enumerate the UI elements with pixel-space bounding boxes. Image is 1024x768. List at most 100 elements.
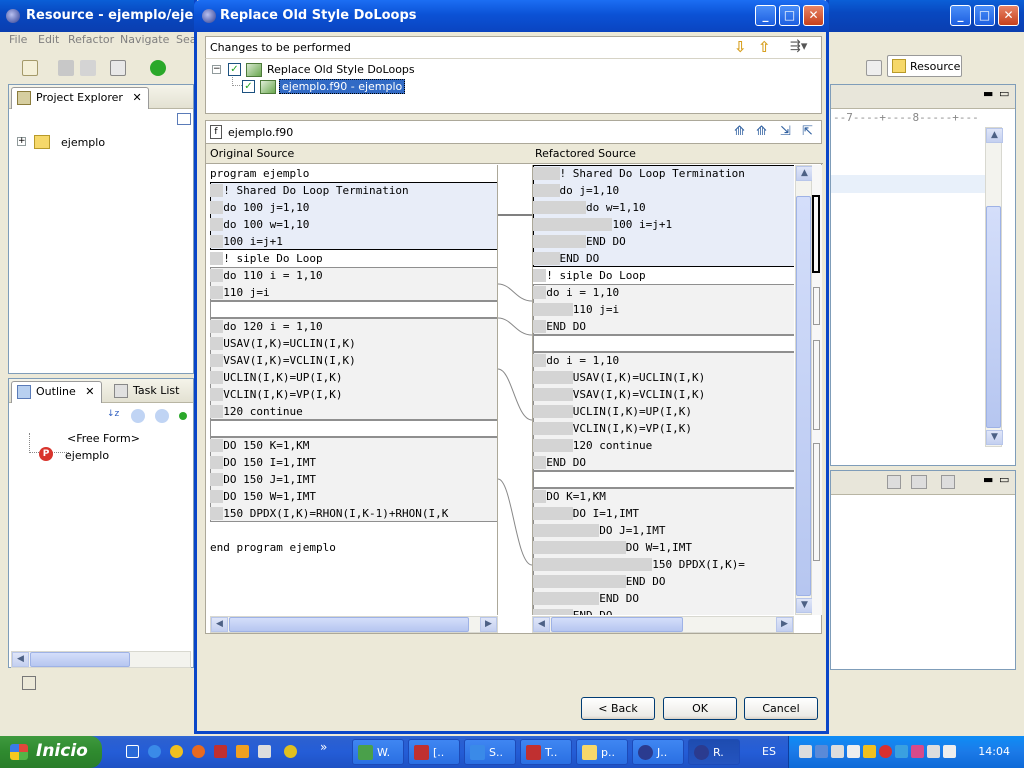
minimize-view-icon[interactable]: ▬ (983, 473, 993, 486)
save-icon[interactable] (58, 60, 74, 76)
media-icon[interactable] (170, 745, 183, 758)
expand-icon[interactable]: + (17, 137, 26, 146)
smiley-icon[interactable] (284, 745, 297, 758)
refactored-hscroll[interactable]: ◀ ▶ (532, 616, 794, 633)
scroll-thumb[interactable] (30, 652, 130, 667)
collapse-all-icon[interactable] (177, 113, 191, 125)
tray-mail-icon[interactable] (911, 745, 924, 758)
minimize-button[interactable]: _ (950, 5, 971, 26)
tray-speaker-icon[interactable] (943, 745, 956, 758)
tray-monitor-icon[interactable] (831, 745, 844, 758)
pin-icon[interactable] (887, 475, 901, 489)
refactored-chunk-3b[interactable] (533, 471, 794, 488)
task-item-5[interactable]: p.. (576, 739, 628, 765)
back-button[interactable]: < Back (581, 697, 655, 720)
original-source-pane[interactable]: program ejemplo ! Shared Do Loop Termina… (210, 165, 498, 615)
run-icon[interactable] (150, 60, 166, 76)
scroll-right-arrow[interactable]: ▶ (480, 617, 497, 632)
outline-item-free-form[interactable]: <Free Form> (67, 432, 140, 445)
scroll-left-arrow[interactable]: ◀ (211, 617, 228, 632)
open-perspective-icon[interactable] (866, 60, 882, 76)
filter-menu-icon[interactable]: ⇶▾ (790, 39, 807, 54)
maximize-button[interactable]: □ (974, 5, 995, 26)
minimize-view-icon[interactable]: ▬ (983, 87, 993, 100)
tray-security-icon[interactable] (863, 745, 876, 758)
scroll-down-arrow[interactable]: ▼ (796, 598, 813, 613)
scroll-up-arrow[interactable]: ▲ (796, 166, 813, 181)
more-icon[interactable]: » (320, 740, 327, 754)
scroll-left-arrow[interactable]: ◀ (533, 617, 550, 632)
next-change-icon[interactable]: ⇩ (734, 38, 747, 56)
task-item-7[interactable]: R. (688, 739, 740, 765)
language-indicator[interactable]: ES (762, 745, 776, 758)
scroll-right-arrow[interactable]: ▶ (776, 617, 793, 632)
fast-view-icon[interactable] (22, 676, 36, 690)
display-icon[interactable] (941, 475, 955, 489)
task-item-4[interactable]: T.. (520, 739, 572, 765)
tray-network-icon[interactable] (799, 745, 812, 758)
binary-icon[interactable] (110, 60, 126, 76)
overview-mark[interactable] (813, 340, 820, 430)
close-tab-icon[interactable]: ✕ (132, 91, 141, 104)
refactored-chunk-2b[interactable] (533, 335, 794, 352)
menu-edit[interactable]: Edit (38, 33, 59, 46)
collapse-icon[interactable]: − (212, 65, 221, 74)
menu-file[interactable]: File (9, 33, 27, 46)
next-difference-icon[interactable]: ⇲ (780, 124, 796, 140)
overview-mark-selected[interactable] (812, 195, 820, 273)
tray-audio-icon[interactable] (847, 745, 860, 758)
cancel-button[interactable]: Cancel (744, 697, 818, 720)
firefox-icon[interactable] (192, 745, 205, 758)
scroll-thumb[interactable] (796, 196, 811, 596)
original-chunk-3b[interactable] (210, 420, 497, 437)
close-button[interactable]: ✕ (998, 5, 1019, 26)
overview-ruler[interactable] (812, 165, 822, 615)
menu-refactor[interactable]: Refactor (68, 33, 114, 46)
task-item-3[interactable]: S.. (464, 739, 516, 765)
scroll-thumb[interactable] (229, 617, 469, 632)
clock-app-icon[interactable] (236, 745, 249, 758)
start-button[interactable]: Inicio (0, 736, 102, 768)
print-icon[interactable] (80, 60, 96, 76)
scroll-left-arrow[interactable]: ◀ (12, 652, 29, 667)
previous-change-icon[interactable]: ⇧ (758, 38, 771, 56)
dialog-close-button[interactable]: ✕ (803, 5, 824, 26)
hide-fields-icon[interactable] (131, 409, 145, 423)
maximize-view-icon[interactable]: ▭ (999, 473, 1009, 486)
tab-outline[interactable]: Outline ✕ (11, 381, 102, 403)
perspective-resource-button[interactable]: Resource (887, 55, 962, 77)
scroll-thumb[interactable] (986, 206, 1001, 428)
task-item-2[interactable]: [.. (408, 739, 460, 765)
tray-messenger-icon[interactable] (895, 745, 908, 758)
ie-icon[interactable] (126, 745, 139, 758)
tab-task-list[interactable]: Task List (109, 381, 185, 403)
sort-icon[interactable]: ↓z (107, 409, 121, 423)
overview-mark[interactable] (813, 287, 820, 325)
dialog-maximize-button[interactable]: □ (779, 5, 800, 26)
scroll-up-arrow[interactable]: ▲ (986, 128, 1003, 143)
outline-hscroll[interactable]: ◀ (11, 651, 191, 668)
menu-search[interactable]: Search (176, 33, 194, 46)
scroll-thumb[interactable] (551, 617, 683, 632)
tray-display-icon[interactable] (815, 745, 828, 758)
hide-static-icon[interactable] (155, 409, 169, 423)
tray-device-icon[interactable] (927, 745, 940, 758)
menu-navigate[interactable]: Navigate (120, 33, 169, 46)
app-icon[interactable] (214, 745, 227, 758)
close-tab-icon[interactable]: ✕ (85, 385, 94, 398)
scroll-down-arrow[interactable]: ▼ (986, 430, 1003, 445)
dialog-titlebar[interactable]: Replace Old Style DoLoops _ □ ✕ (194, 0, 829, 32)
console-icon[interactable] (911, 475, 927, 489)
original-hscroll[interactable]: ◀ ▶ (210, 616, 498, 633)
browser-icon[interactable] (148, 745, 161, 758)
file-checkbox[interactable]: ✓ (242, 80, 255, 93)
refactored-source-pane[interactable]: ! Shared Do Loop Termination do j=1,10 d… (532, 165, 794, 615)
outline-item-ejemplo[interactable]: ejemplo (65, 449, 109, 462)
root-checkbox[interactable]: ✓ (228, 63, 241, 76)
previous-difference-icon[interactable]: ⇱ (802, 124, 818, 140)
copy-current-icon[interactable]: ⟰ (756, 124, 772, 140)
editor-vscroll[interactable]: ▲ ▼ (985, 127, 1003, 447)
tab-project-explorer[interactable]: Project Explorer ✕ (11, 87, 149, 109)
original-chunk-2b[interactable] (210, 301, 497, 318)
maximize-view-icon[interactable]: ▭ (999, 87, 1009, 100)
